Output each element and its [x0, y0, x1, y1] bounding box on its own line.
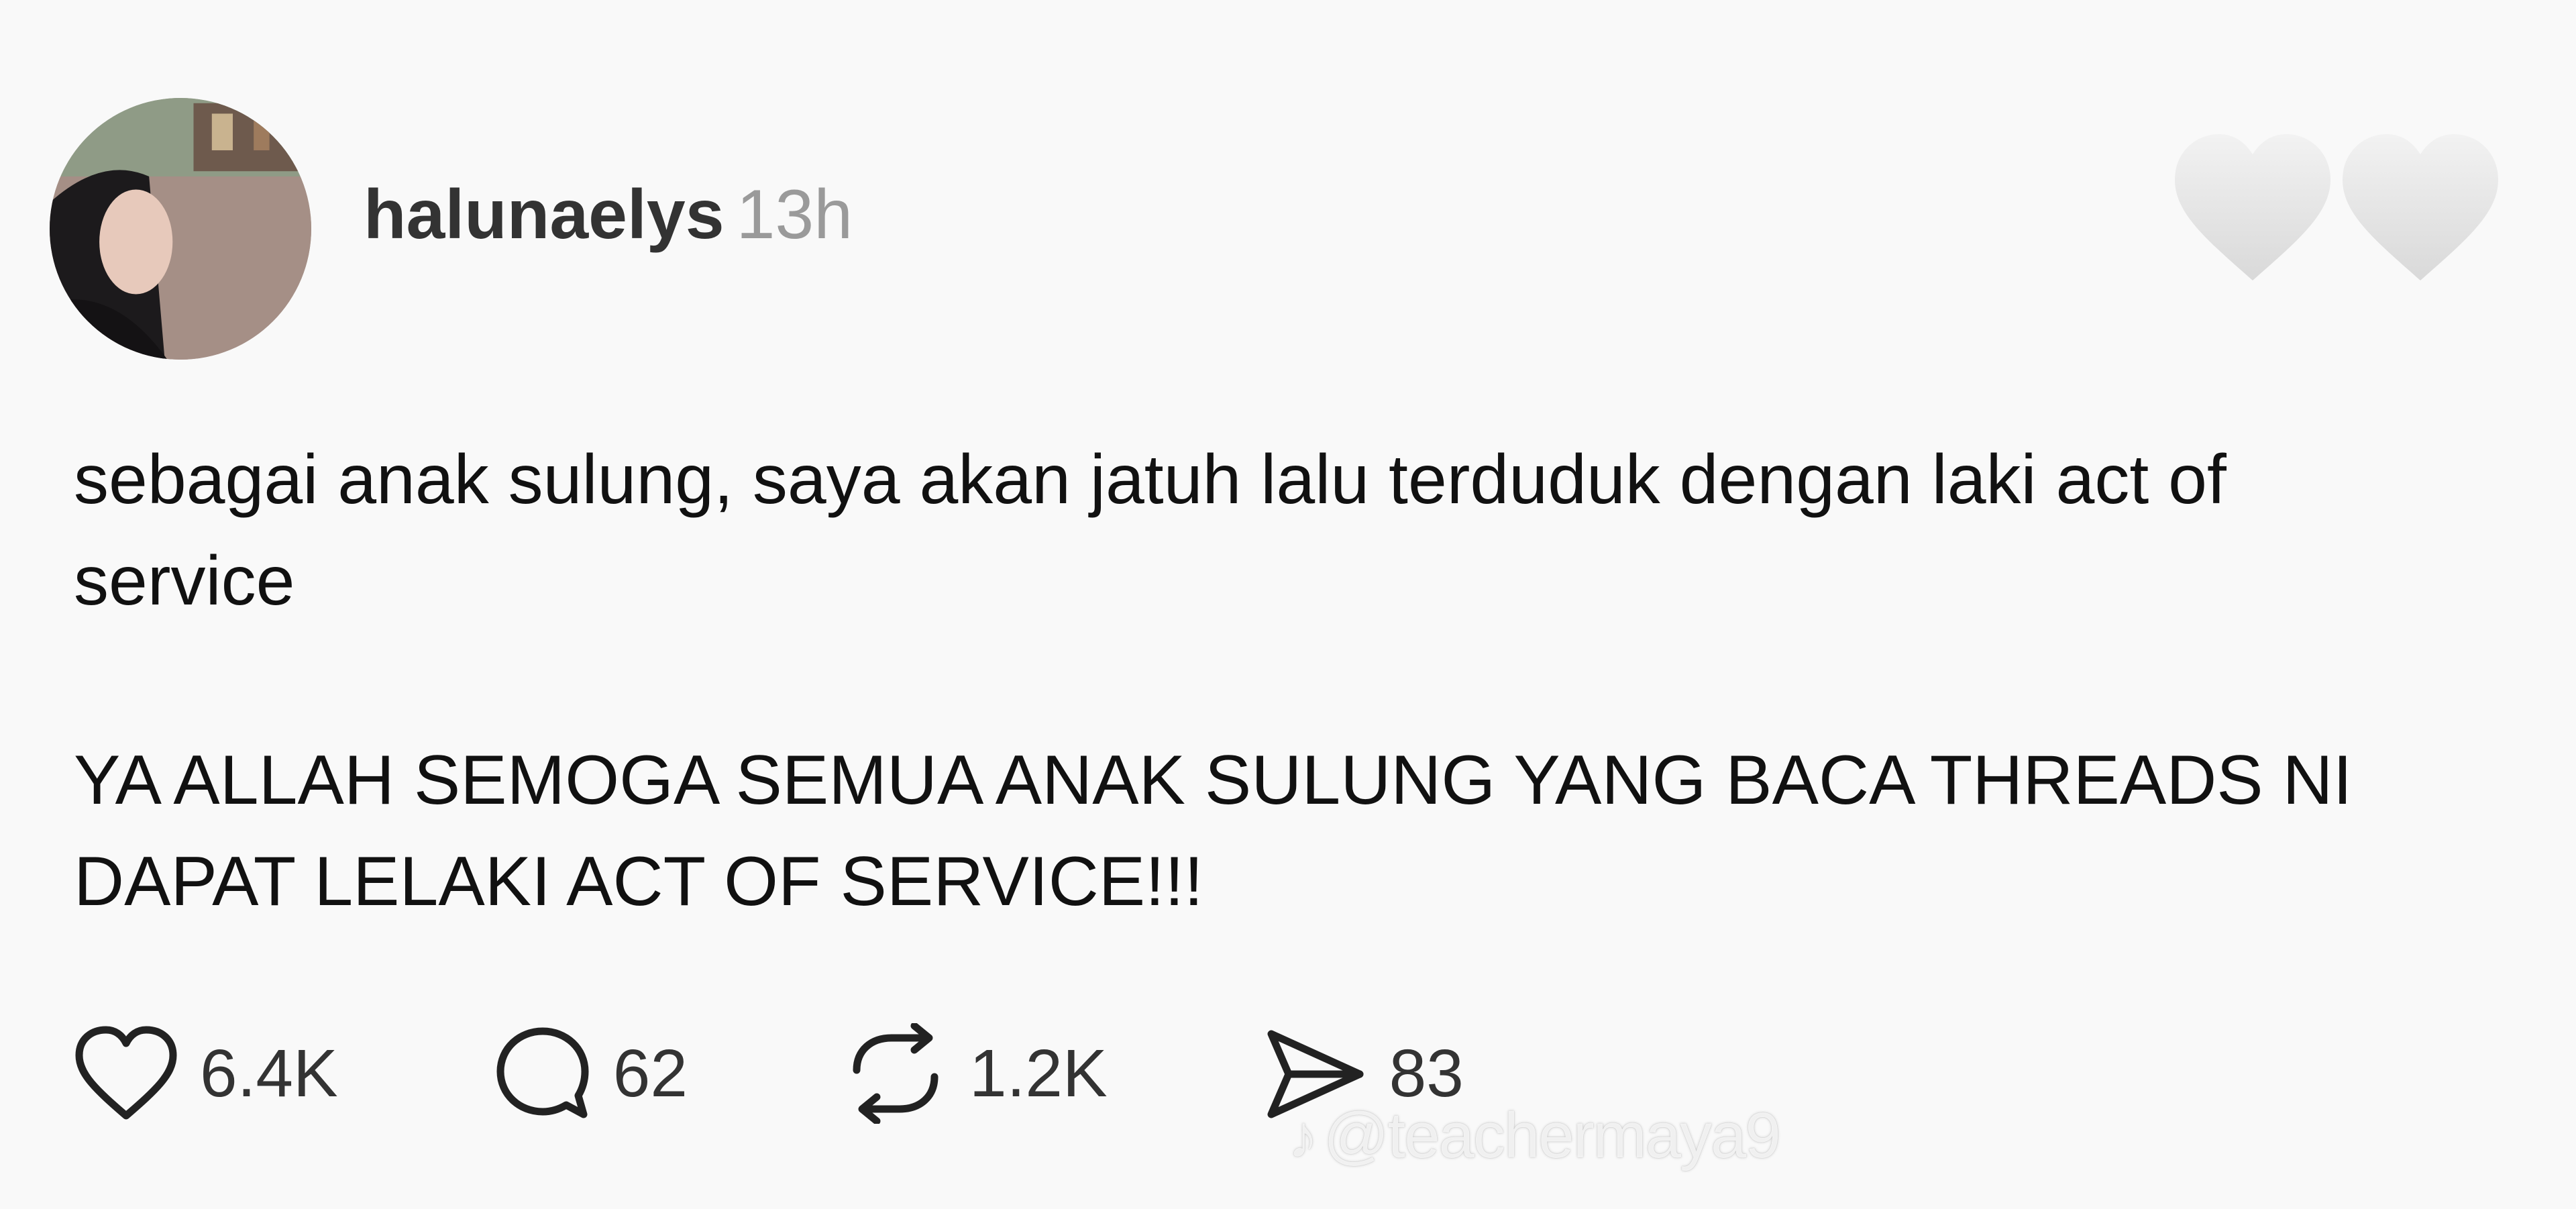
repost-button[interactable]: 1.2K: [842, 1023, 1108, 1124]
avatar[interactable]: [50, 98, 311, 360]
reply-button[interactable]: 62: [492, 1023, 688, 1124]
tiktok-logo-icon: ♪: [1288, 1104, 1318, 1171]
like-count: 6.4K: [200, 1036, 338, 1111]
comment-bubble-icon: [496, 1027, 589, 1118]
thread-post: halunaelys 13h sebagai anak sulung, saya …: [0, 0, 2576, 1209]
repost-count: 1.2K: [969, 1036, 1108, 1111]
white-heart-icon: [2343, 134, 2498, 280]
repost-icon: [853, 1023, 938, 1124]
post-text-paragraph-2: YA ALLAH SEMOGA SEMUA ANAK SULUNG YANG B…: [74, 741, 2353, 921]
watermark-text: @teachermaya9: [1324, 1100, 1781, 1171]
watermark: ♪ @teachermaya9: [1288, 1099, 1781, 1173]
heart-outline-icon: [75, 1026, 177, 1120]
like-button[interactable]: 6.4K: [72, 1023, 338, 1124]
post-text-paragraph-1: sebagai anak sulung, saya akan jatuh lal…: [74, 441, 2226, 620]
timestamp: 13h: [736, 176, 853, 254]
share-count: 83: [1389, 1036, 1464, 1111]
heart-emojis: [2167, 126, 2516, 287]
white-heart-icon: [2175, 134, 2330, 280]
reply-count: 62: [612, 1036, 688, 1111]
post-header: halunaelys 13h: [364, 180, 853, 250]
username[interactable]: halunaelys: [364, 176, 724, 254]
